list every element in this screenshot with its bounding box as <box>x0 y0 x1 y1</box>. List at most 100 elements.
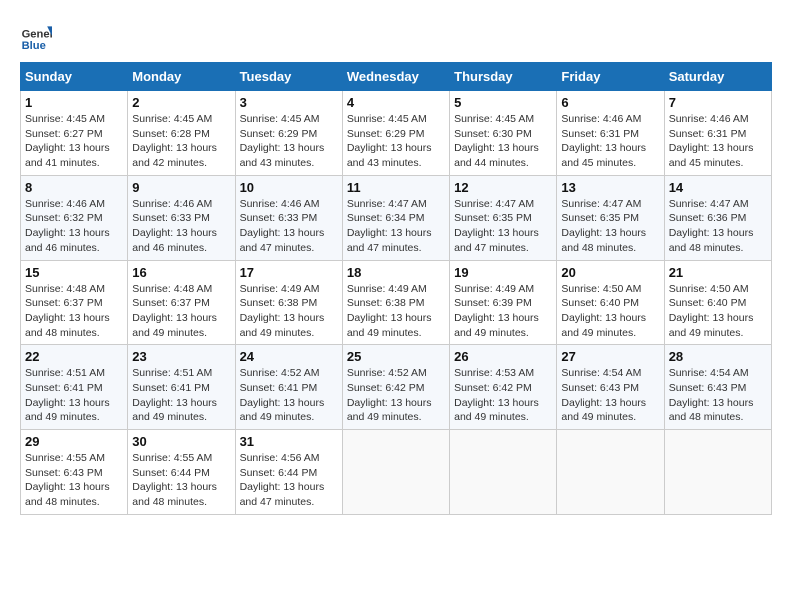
day-info: Sunrise: 4:47 AMSunset: 6:34 PMDaylight:… <box>347 197 445 256</box>
calendar-table: SundayMondayTuesdayWednesdayThursdayFrid… <box>20 62 772 515</box>
day-number: 30 <box>132 434 230 449</box>
svg-text:General: General <box>22 29 52 41</box>
day-info: Sunrise: 4:51 AMSunset: 6:41 PMDaylight:… <box>25 366 123 425</box>
calendar-week-row: 15 Sunrise: 4:48 AMSunset: 6:37 PMDayligh… <box>21 260 772 345</box>
table-row: 8 Sunrise: 4:46 AMSunset: 6:32 PMDaylight… <box>21 175 128 260</box>
day-number: 23 <box>132 349 230 364</box>
day-info: Sunrise: 4:45 AMSunset: 6:29 PMDaylight:… <box>240 112 338 171</box>
day-number: 15 <box>25 265 123 280</box>
column-header-sunday: Sunday <box>21 63 128 91</box>
column-header-monday: Monday <box>128 63 235 91</box>
table-row: 18 Sunrise: 4:49 AMSunset: 6:38 PMDayligh… <box>342 260 449 345</box>
table-row: 6 Sunrise: 4:46 AMSunset: 6:31 PMDaylight… <box>557 91 664 176</box>
day-number: 1 <box>25 95 123 110</box>
table-row: 2 Sunrise: 4:45 AMSunset: 6:28 PMDaylight… <box>128 91 235 176</box>
day-info: Sunrise: 4:46 AMSunset: 6:31 PMDaylight:… <box>561 112 659 171</box>
day-number: 16 <box>132 265 230 280</box>
day-info: Sunrise: 4:54 AMSunset: 6:43 PMDaylight:… <box>561 366 659 425</box>
page-header: General Blue <box>20 20 772 52</box>
column-header-thursday: Thursday <box>450 63 557 91</box>
day-number: 3 <box>240 95 338 110</box>
table-row: 26 Sunrise: 4:53 AMSunset: 6:42 PMDayligh… <box>450 345 557 430</box>
table-row: 30 Sunrise: 4:55 AMSunset: 6:44 PMDayligh… <box>128 430 235 515</box>
table-row: 14Sunrise: 4:47 AMSunset: 6:36 PMDayligh… <box>664 175 771 260</box>
day-number: 20 <box>561 265 659 280</box>
day-number: 9 <box>132 180 230 195</box>
day-number: 31 <box>240 434 338 449</box>
logo: General Blue <box>20 20 52 52</box>
day-number: 11 <box>347 180 445 195</box>
day-info: Sunrise: 4:50 AMSunset: 6:40 PMDaylight:… <box>669 282 767 341</box>
column-header-friday: Friday <box>557 63 664 91</box>
day-number: 21 <box>669 265 767 280</box>
day-info: Sunrise: 4:45 AMSunset: 6:27 PMDaylight:… <box>25 112 123 171</box>
table-row: 31Sunrise: 4:56 AMSunset: 6:44 PMDayligh… <box>235 430 342 515</box>
day-number: 26 <box>454 349 552 364</box>
table-row: 16 Sunrise: 4:48 AMSunset: 6:37 PMDayligh… <box>128 260 235 345</box>
day-info: Sunrise: 4:47 AMSunset: 6:36 PMDaylight:… <box>669 197 767 256</box>
table-row: 5 Sunrise: 4:45 AMSunset: 6:30 PMDaylight… <box>450 91 557 176</box>
calendar-week-row: 29 Sunrise: 4:55 AMSunset: 6:43 PMDayligh… <box>21 430 772 515</box>
day-number: 10 <box>240 180 338 195</box>
table-row: 3 Sunrise: 4:45 AMSunset: 6:29 PMDaylight… <box>235 91 342 176</box>
table-row: 21 Sunrise: 4:50 AMSunset: 6:40 PMDayligh… <box>664 260 771 345</box>
day-number: 28 <box>669 349 767 364</box>
table-row: 29 Sunrise: 4:55 AMSunset: 6:43 PMDayligh… <box>21 430 128 515</box>
day-number: 8 <box>25 180 123 195</box>
calendar-week-row: 8 Sunrise: 4:46 AMSunset: 6:32 PMDaylight… <box>21 175 772 260</box>
day-number: 24 <box>240 349 338 364</box>
day-number: 27 <box>561 349 659 364</box>
column-header-tuesday: Tuesday <box>235 63 342 91</box>
table-row <box>557 430 664 515</box>
day-info: Sunrise: 4:55 AMSunset: 6:43 PMDaylight:… <box>25 451 123 510</box>
day-info: Sunrise: 4:54 AMSunset: 6:43 PMDaylight:… <box>669 366 767 425</box>
day-info: Sunrise: 4:51 AMSunset: 6:41 PMDaylight:… <box>132 366 230 425</box>
day-info: Sunrise: 4:52 AMSunset: 6:41 PMDaylight:… <box>240 366 338 425</box>
day-info: Sunrise: 4:46 AMSunset: 6:32 PMDaylight:… <box>25 197 123 256</box>
day-number: 12 <box>454 180 552 195</box>
calendar-week-row: 1 Sunrise: 4:45 AMSunset: 6:27 PMDaylight… <box>21 91 772 176</box>
table-row <box>450 430 557 515</box>
day-number: 22 <box>25 349 123 364</box>
day-number: 2 <box>132 95 230 110</box>
day-number: 17 <box>240 265 338 280</box>
table-row: 7Sunrise: 4:46 AMSunset: 6:31 PMDaylight… <box>664 91 771 176</box>
calendar-header-row: SundayMondayTuesdayWednesdayThursdayFrid… <box>21 63 772 91</box>
table-row: 19 Sunrise: 4:49 AMSunset: 6:39 PMDayligh… <box>450 260 557 345</box>
day-info: Sunrise: 4:47 AMSunset: 6:35 PMDaylight:… <box>454 197 552 256</box>
day-number: 4 <box>347 95 445 110</box>
table-row: 24 Sunrise: 4:52 AMSunset: 6:41 PMDayligh… <box>235 345 342 430</box>
table-row: 27 Sunrise: 4:54 AMSunset: 6:43 PMDayligh… <box>557 345 664 430</box>
table-row: 11 Sunrise: 4:47 AMSunset: 6:34 PMDayligh… <box>342 175 449 260</box>
day-info: Sunrise: 4:49 AMSunset: 6:39 PMDaylight:… <box>454 282 552 341</box>
day-info: Sunrise: 4:55 AMSunset: 6:44 PMDaylight:… <box>132 451 230 510</box>
day-number: 6 <box>561 95 659 110</box>
day-number: 19 <box>454 265 552 280</box>
day-info: Sunrise: 4:45 AMSunset: 6:29 PMDaylight:… <box>347 112 445 171</box>
day-number: 29 <box>25 434 123 449</box>
day-info: Sunrise: 4:52 AMSunset: 6:42 PMDaylight:… <box>347 366 445 425</box>
table-row: 23 Sunrise: 4:51 AMSunset: 6:41 PMDayligh… <box>128 345 235 430</box>
column-header-saturday: Saturday <box>664 63 771 91</box>
table-row: 20Sunrise: 4:50 AMSunset: 6:40 PMDayligh… <box>557 260 664 345</box>
day-info: Sunrise: 4:45 AMSunset: 6:28 PMDaylight:… <box>132 112 230 171</box>
day-number: 7 <box>669 95 767 110</box>
calendar-week-row: 22 Sunrise: 4:51 AMSunset: 6:41 PMDayligh… <box>21 345 772 430</box>
day-info: Sunrise: 4:49 AMSunset: 6:38 PMDaylight:… <box>347 282 445 341</box>
table-row: 4 Sunrise: 4:45 AMSunset: 6:29 PMDaylight… <box>342 91 449 176</box>
day-info: Sunrise: 4:46 AMSunset: 6:33 PMDaylight:… <box>132 197 230 256</box>
day-info: Sunrise: 4:48 AMSunset: 6:37 PMDaylight:… <box>132 282 230 341</box>
day-number: 5 <box>454 95 552 110</box>
day-number: 25 <box>347 349 445 364</box>
day-number: 18 <box>347 265 445 280</box>
table-row: 22 Sunrise: 4:51 AMSunset: 6:41 PMDayligh… <box>21 345 128 430</box>
table-row: 10Sunrise: 4:46 AMSunset: 6:33 PMDayligh… <box>235 175 342 260</box>
day-info: Sunrise: 4:53 AMSunset: 6:42 PMDaylight:… <box>454 366 552 425</box>
day-info: Sunrise: 4:45 AMSunset: 6:30 PMDaylight:… <box>454 112 552 171</box>
svg-text:Blue: Blue <box>22 40 46 52</box>
table-row: 17Sunrise: 4:49 AMSunset: 6:38 PMDayligh… <box>235 260 342 345</box>
day-info: Sunrise: 4:47 AMSunset: 6:35 PMDaylight:… <box>561 197 659 256</box>
table-row: 28 Sunrise: 4:54 AMSunset: 6:43 PMDayligh… <box>664 345 771 430</box>
table-row: 13Sunrise: 4:47 AMSunset: 6:35 PMDayligh… <box>557 175 664 260</box>
table-row: 1 Sunrise: 4:45 AMSunset: 6:27 PMDaylight… <box>21 91 128 176</box>
